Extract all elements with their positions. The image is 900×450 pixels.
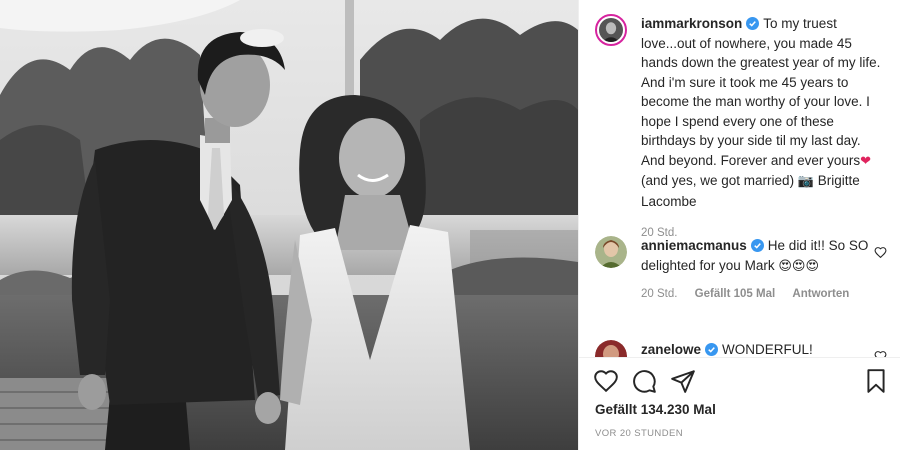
commenter-avatar[interactable]: [595, 236, 627, 268]
comment-item: zanelowe WONDERFUL!: [595, 340, 887, 357]
save-bookmark-icon[interactable]: [863, 368, 889, 394]
camera-emoji: 📷: [797, 174, 815, 189]
verified-badge-icon: [705, 343, 719, 356]
commenter-avatar[interactable]: [595, 340, 627, 357]
comment-bubble-icon[interactable]: [631, 368, 657, 394]
post-like-count[interactable]: Gefällt 134.230 Mal: [595, 402, 716, 417]
verified-badge-icon: [746, 17, 760, 30]
comment-text: WONDERFUL!: [722, 342, 813, 357]
comment-time[interactable]: 20 Std.: [641, 288, 677, 300]
comment-username[interactable]: zanelowe: [641, 342, 701, 357]
caption-text-block: iammarkronson To my truest love...out of …: [641, 14, 887, 211]
like-comment-heart-icon[interactable]: [874, 246, 887, 259]
post-side-panel: iammarkronson To my truest love...out of …: [578, 0, 900, 450]
commenter-avatar-image: [595, 340, 627, 357]
caption-username[interactable]: iammarkronson: [641, 16, 742, 31]
comment-username[interactable]: anniemacmanus: [641, 238, 747, 253]
comment-likes[interactable]: Gefällt 105 Mal: [695, 288, 776, 300]
post-timestamp[interactable]: VOR 20 STUNDEN: [595, 428, 683, 439]
post-photo[interactable]: [0, 0, 578, 450]
author-avatar[interactable]: [595, 14, 627, 46]
heart-eyes-emoji: 😍😍😍: [778, 258, 820, 274]
like-comment-heart-icon[interactable]: [874, 350, 887, 357]
share-paper-plane-icon[interactable]: [670, 368, 696, 394]
heart-emoji: ❤: [860, 153, 872, 169]
comments-scroll-area[interactable]: iammarkronson To my truest love...out of …: [579, 0, 900, 357]
verified-badge-icon: [750, 239, 764, 252]
caption-text-after: (and yes, we got married): [641, 173, 795, 188]
reply-button[interactable]: Antworten: [792, 288, 849, 300]
comment-text-block: anniemacmanus He did it!! So SO delighted…: [641, 236, 887, 276]
like-heart-icon[interactable]: [593, 368, 619, 394]
comment-text-block: zanelowe WONDERFUL!: [641, 340, 887, 357]
wedding-photo-image: [0, 0, 578, 450]
comment-meta: 20 Std. Gefällt 105 Mal Antworten: [641, 288, 887, 300]
post-caption: iammarkronson To my truest love...out of …: [595, 14, 887, 239]
commenter-avatar-image: [595, 236, 627, 268]
caption-text: To my truest love...out of nowhere, you …: [641, 16, 881, 168]
comment-item: anniemacmanus He did it!! So SO delighted…: [595, 236, 887, 300]
post-actions-bar: Gefällt 134.230 Mal VOR 20 STUNDEN: [579, 358, 900, 450]
author-avatar-image: [599, 18, 623, 42]
